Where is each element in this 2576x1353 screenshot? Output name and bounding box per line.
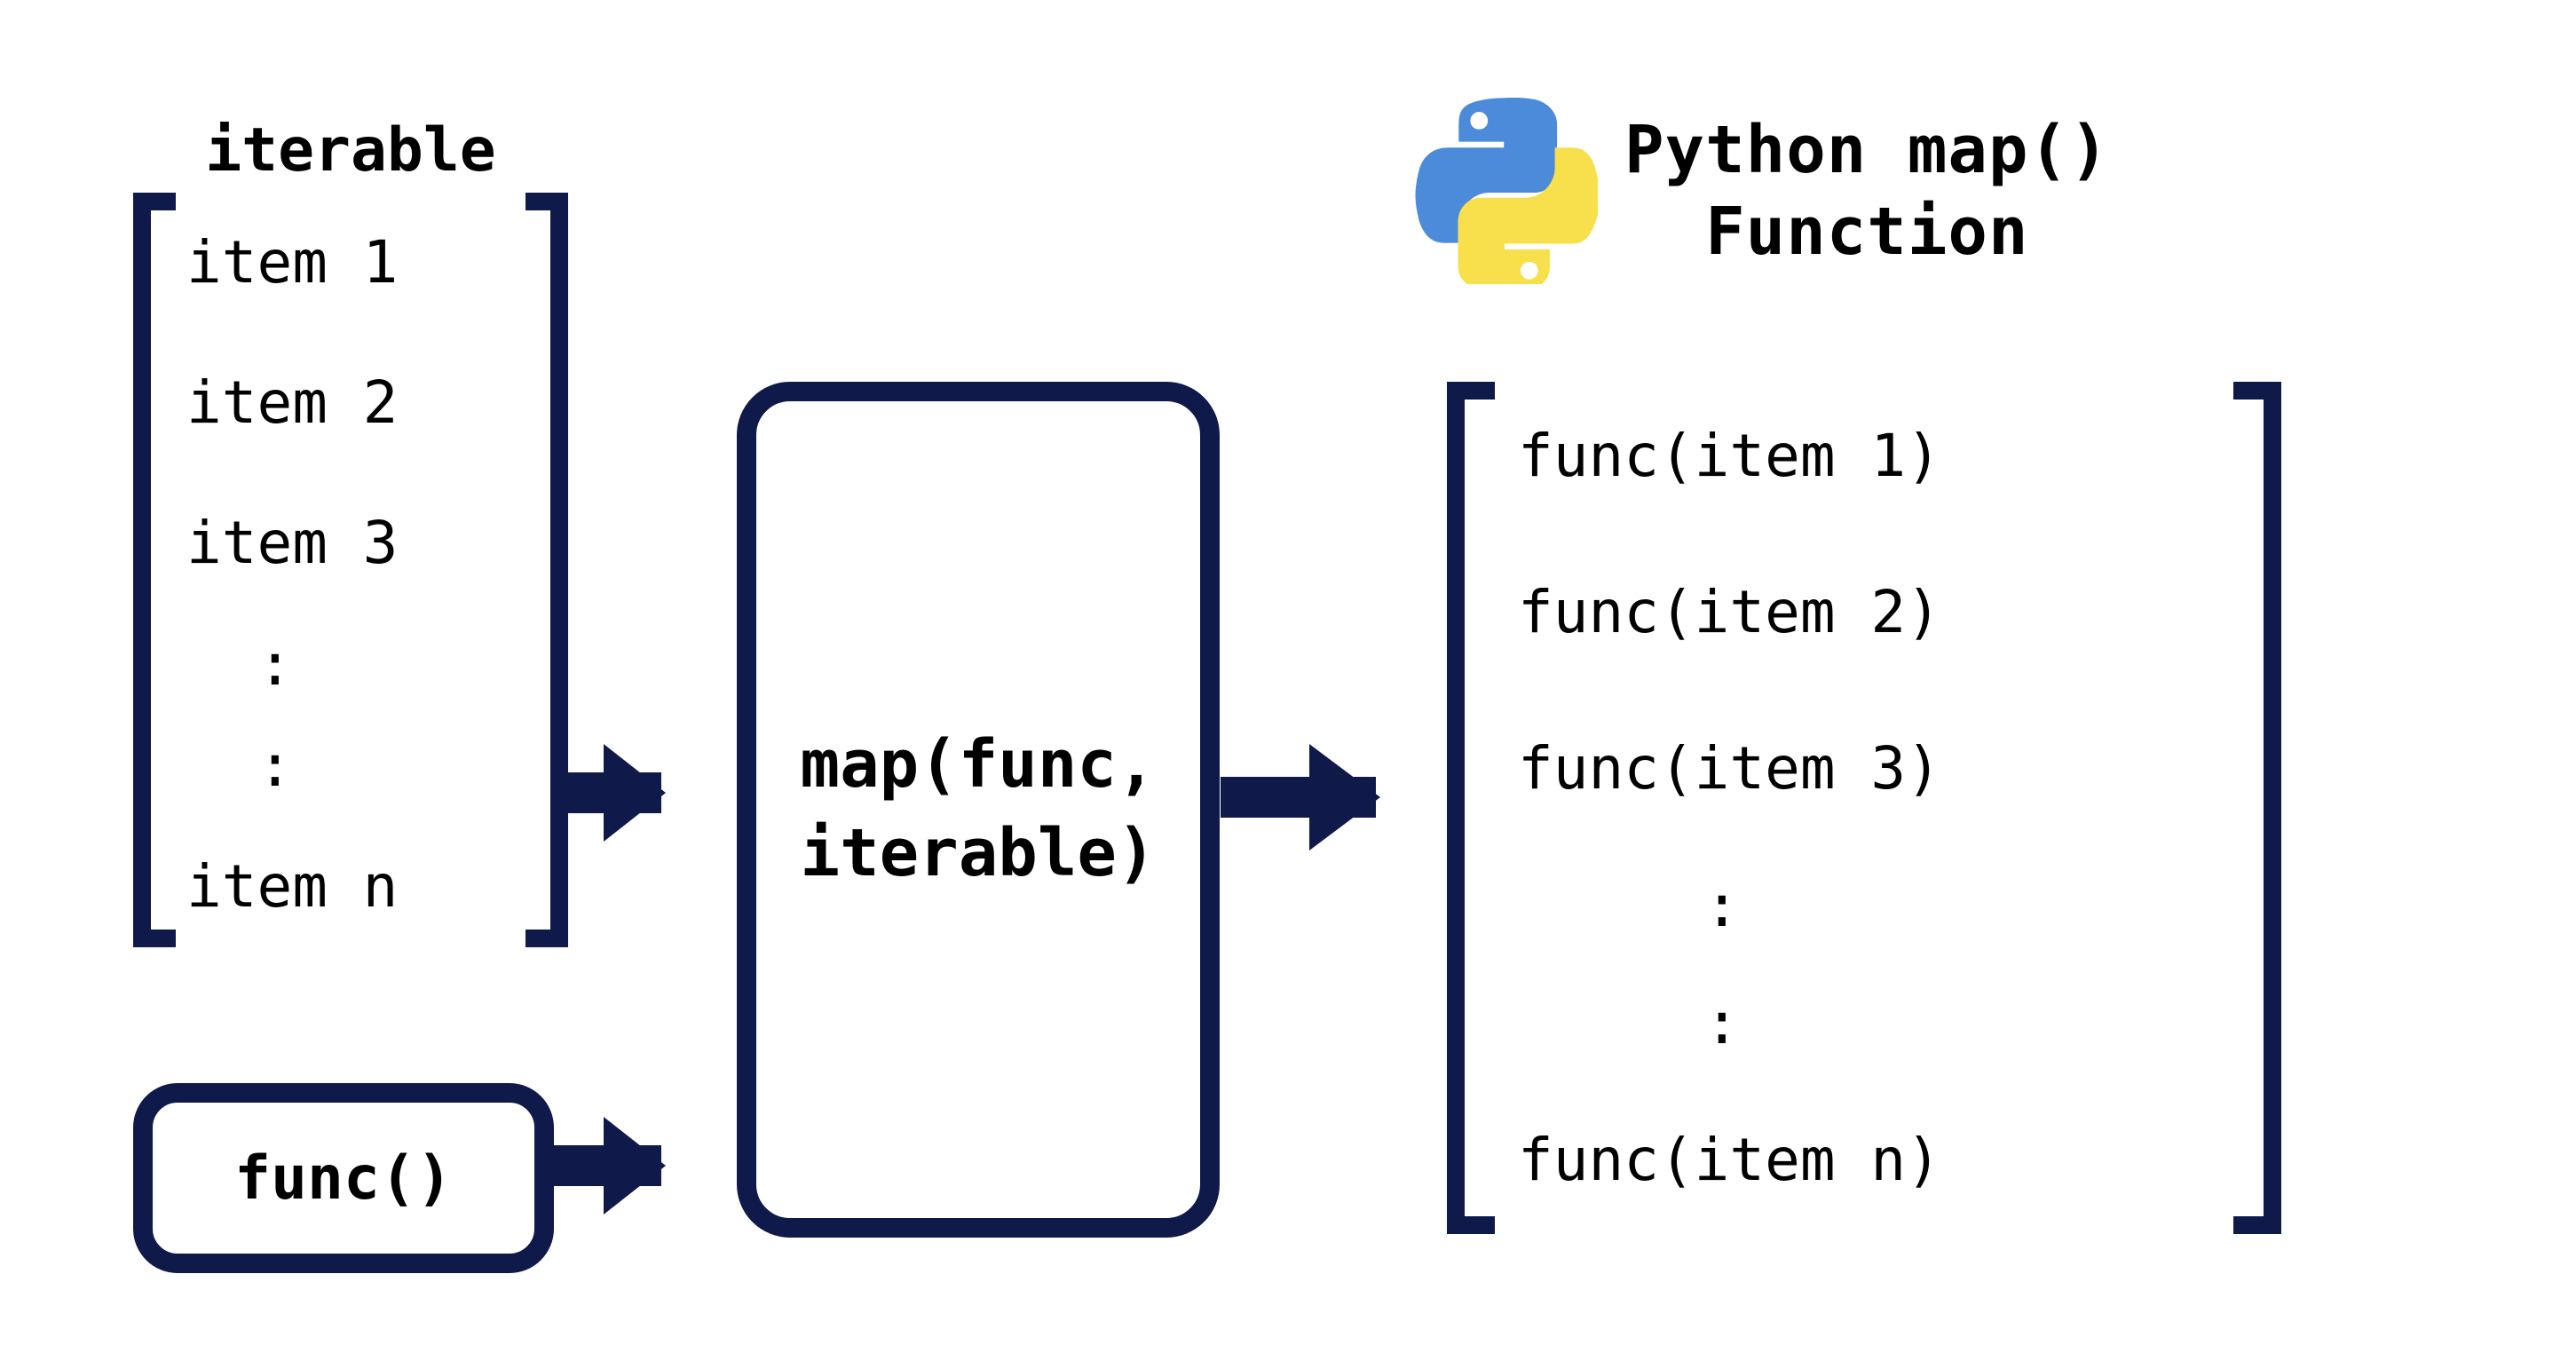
iterable-item: item 3 bbox=[186, 509, 515, 577]
left-square-bracket-icon bbox=[133, 193, 176, 947]
left-square-bracket-icon bbox=[1447, 382, 1495, 1234]
output-item: func(item 1) bbox=[1518, 422, 2210, 490]
output-item: func(item 3) bbox=[1518, 734, 2210, 803]
func-input-block: func() bbox=[133, 1083, 554, 1273]
func-label: func() bbox=[234, 1143, 453, 1214]
iterable-brackets: item 1 item 2 item 3 : : item n bbox=[133, 193, 568, 947]
output-block: func(item 1) func(item 2) func(item 3) :… bbox=[1447, 382, 2281, 1234]
ellipsis-icon: : bbox=[1518, 891, 2210, 921]
python-logo-icon bbox=[1411, 98, 1598, 284]
output-item: func(item n) bbox=[1518, 1126, 2210, 1194]
output-item: func(item 2) bbox=[1518, 578, 2210, 646]
right-square-bracket-icon bbox=[2233, 382, 2281, 1234]
iterable-item: item n bbox=[186, 852, 515, 921]
diagram-title: Python map() Function bbox=[1624, 109, 2110, 273]
ellipsis-icon: : bbox=[1518, 1009, 2210, 1038]
ellipsis-icon: : bbox=[186, 650, 515, 679]
arrow-right-icon bbox=[1221, 777, 1376, 818]
title-block: Python map() Function bbox=[1411, 98, 2110, 284]
output-items: func(item 1) func(item 2) func(item 3) :… bbox=[1518, 422, 2210, 1194]
title-line-2: Function bbox=[1624, 191, 2110, 273]
map-function-label: map(func, iterable) bbox=[801, 721, 1157, 898]
title-line-1: Python map() bbox=[1624, 109, 2110, 192]
iterable-input-block: iterable item 1 item 2 item 3 : : item n bbox=[133, 115, 568, 947]
arrow-right-icon bbox=[541, 1145, 661, 1186]
iterable-item: item 2 bbox=[186, 368, 515, 437]
map-function-block: map(func, iterable) bbox=[737, 382, 1220, 1238]
iterable-label: iterable bbox=[133, 115, 568, 186]
iterable-item: item 1 bbox=[186, 228, 515, 297]
diagram-canvas: Python map() Function iterable item 1 it… bbox=[0, 0, 2576, 1353]
iterable-items: item 1 item 2 item 3 : : item n bbox=[186, 228, 515, 921]
arrow-right-icon bbox=[568, 772, 661, 813]
right-square-bracket-icon bbox=[525, 193, 568, 947]
ellipsis-icon: : bbox=[186, 751, 515, 780]
